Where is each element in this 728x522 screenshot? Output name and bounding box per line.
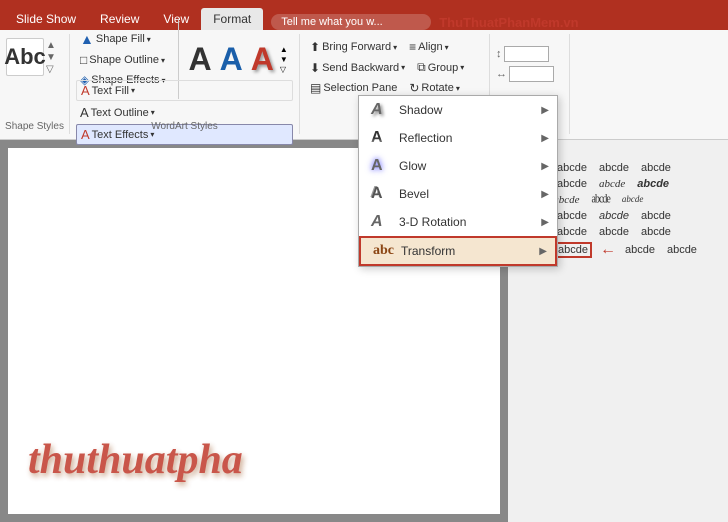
wordart-styles-label: WordArt Styles <box>70 121 299 132</box>
abcde-r2c4[interactable]: abcde <box>634 177 672 191</box>
width-input[interactable]: 18.57 <box>509 66 554 82</box>
width-icon: ↔ <box>496 68 507 80</box>
shadow-icon-letter: A <box>371 101 391 119</box>
text-outline-icon: A <box>80 105 89 120</box>
abcde-r4c4[interactable]: abcde <box>638 209 674 223</box>
effect-shadow[interactable]: A Shadow ▶ <box>359 96 557 124</box>
height-icon: ↕ <box>496 48 502 60</box>
tab-slideshow[interactable]: Slide Show <box>4 8 88 30</box>
style-scroll-arrows[interactable]: ▲ ▼ ▽ <box>46 40 56 75</box>
abcde-r5c2[interactable]: abcde <box>554 225 590 239</box>
shape-outline-btn[interactable]: □ Shape Outline ▾ <box>76 51 170 69</box>
abcde-r6c4[interactable]: abcde <box>664 243 700 257</box>
send-backward-icon: ⬇ <box>310 61 320 75</box>
abcde-r3c4[interactable]: abcde <box>619 193 647 207</box>
tab-review[interactable]: Review <box>88 8 151 30</box>
bevel-icon-letter: A <box>371 185 391 203</box>
selection-arrow: ← <box>600 241 616 259</box>
wordart-scroll-arrows[interactable]: ▲▼▽ <box>280 45 288 74</box>
shape-fill-btn[interactable]: ▲ Shape Fill ▾ <box>76 29 170 49</box>
3d-rotation-icon-letter: A <box>371 213 391 231</box>
glow-arrow: ▶ <box>541 161 549 172</box>
abcde-r2c3[interactable]: abcde <box>596 177 628 191</box>
rotate-icon: ↻ <box>409 81 419 95</box>
transform-icon-letter: abc <box>373 243 393 259</box>
effect-bevel[interactable]: A Bevel ▶ <box>359 180 557 208</box>
text-outline-btn[interactable]: A Text Outline ▾ <box>76 103 293 122</box>
send-backward-btn[interactable]: ⬇ Send Backward ▾ <box>306 58 409 77</box>
transform-arrow: ▶ <box>539 246 547 257</box>
tell-me-box[interactable]: Tell me what you w... <box>271 14 431 30</box>
wordart-style-3[interactable]: A <box>249 39 276 80</box>
text-fill-icon: A <box>81 83 90 98</box>
effect-3d-rotation[interactable]: A 3-D Rotation ▶ <box>359 208 557 236</box>
watermark-logo: ThuThuatPhanMem.vn <box>439 15 578 30</box>
text-effects-dropdown: A Shadow ▶ A Reflection ▶ A Glow ▶ A Bev… <box>358 95 558 267</box>
3d-rotation-arrow: ▶ <box>541 217 549 228</box>
effect-reflection[interactable]: A Reflection ▶ <box>359 124 557 152</box>
group-btn[interactable]: ⧉ Group ▾ <box>413 58 468 77</box>
wordart-style-1[interactable]: A <box>187 39 214 80</box>
abcde-r6c2-selected[interactable]: abcde <box>554 242 592 258</box>
abcde-r5c3[interactable]: abcde <box>596 225 632 239</box>
tab-view[interactable]: View <box>151 8 201 30</box>
abcde-r3c3[interactable]: abcde <box>589 191 613 209</box>
group-icon: ⧉ <box>417 60 426 75</box>
abcde-r1c3[interactable]: abcde <box>596 161 632 175</box>
abcde-r2c2[interactable]: abcde <box>554 177 590 191</box>
reflection-arrow: ▶ <box>541 133 549 144</box>
tab-format[interactable]: Format <box>201 8 263 30</box>
abcde-r5c4[interactable]: abcde <box>638 225 674 239</box>
abcde-r1c4[interactable]: abcde <box>638 161 674 175</box>
abcde-r4c2[interactable]: abcde <box>554 209 590 223</box>
glow-icon-letter: A <box>371 157 391 175</box>
slide-text: thuthuatpha <box>28 436 243 484</box>
wordart-style-2[interactable]: A <box>218 39 245 80</box>
shadow-arrow: ▶ <box>541 105 549 116</box>
align-icon: ≡ <box>409 40 416 54</box>
effect-glow[interactable]: A Glow ▶ <box>359 152 557 180</box>
selection-pane-icon: ▤ <box>310 81 321 95</box>
height-input[interactable]: 2.57 <box>504 46 549 62</box>
shape-styles-group: Abc ▲ ▼ ▽ Shape Styles <box>0 34 70 134</box>
text-fill-btn[interactable]: A Text Fill ▾ <box>76 80 293 101</box>
bring-forward-icon: ⬆ <box>310 40 320 54</box>
shape-fill-icon: ▲ <box>80 31 94 47</box>
reflection-icon-letter: A <box>371 129 391 147</box>
align-btn[interactable]: ≡ Align ▾ <box>405 38 453 56</box>
wordart-styles-group: ▲ Shape Fill ▾ □ Shape Outline ▾ ◈ Shape… <box>70 34 300 134</box>
abcde-r6c3[interactable]: abcde <box>622 243 658 257</box>
abcde-r1c2[interactable]: abcde <box>554 161 590 175</box>
shape-style-abc[interactable]: Abc <box>6 38 44 76</box>
bring-forward-btn[interactable]: ⬆ Bring Forward ▾ <box>306 38 401 56</box>
shape-outline-icon: □ <box>80 53 87 67</box>
shape-styles-label: Shape Styles <box>0 121 69 132</box>
effect-transform[interactable]: abc Transform ▶ <box>359 236 557 266</box>
bevel-arrow: ▶ <box>541 189 549 200</box>
abcde-r4c3[interactable]: abcde <box>596 209 632 223</box>
